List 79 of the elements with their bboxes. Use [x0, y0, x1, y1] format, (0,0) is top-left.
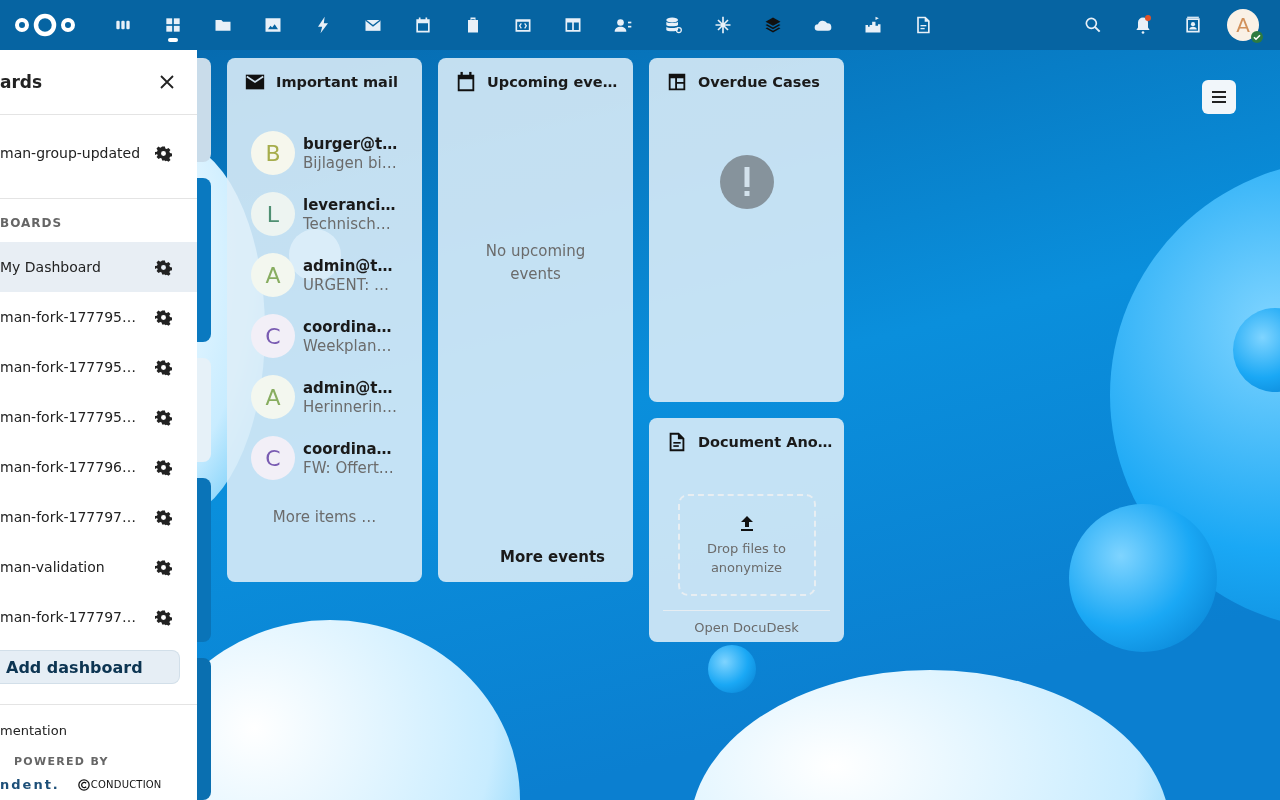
- empty-message: No upcoming events: [484, 241, 587, 285]
- partner-logo[interactable]: ndent.: [0, 777, 60, 792]
- settings-icon[interactable]: [155, 358, 172, 376]
- drop-zone[interactable]: Drop files to anonymize: [677, 494, 816, 596]
- castle-icon: [863, 15, 883, 35]
- settings-icon[interactable]: [155, 508, 172, 526]
- mail-item[interactable]: L leveranci… Technisch…: [251, 192, 422, 236]
- mail-subject: Bijlagen bi…: [303, 153, 398, 172]
- more-items-link[interactable]: More items …: [272, 508, 377, 526]
- mail-subject: Technisch…: [303, 214, 392, 233]
- widget-title: Overdue Cases: [698, 74, 820, 90]
- settings-icon[interactable]: [155, 608, 172, 626]
- settings-icon[interactable]: [155, 308, 172, 326]
- widget-title: Upcoming eve…: [487, 74, 618, 90]
- mail-sender: admin@t…: [303, 256, 393, 275]
- database-icon: [663, 15, 683, 35]
- partner-logo[interactable]: CONDUCTION: [77, 778, 162, 791]
- mail-subject: Herinnerin…: [303, 397, 397, 416]
- dashboard-item[interactable]: man-group-updated: [0, 128, 197, 178]
- dashboard-item[interactable]: man-validation: [0, 542, 197, 592]
- calendar-icon: [455, 71, 477, 93]
- calendar-icon: [413, 15, 433, 35]
- mail-sender: admin@t…: [303, 378, 394, 397]
- mail-item[interactable]: A admin@t… Herinnerin…: [251, 375, 422, 419]
- dashboard-icon: [163, 15, 183, 35]
- mail-sender: leveranci…: [303, 195, 396, 214]
- sender-avatar: A: [251, 375, 295, 419]
- settings-icon[interactable]: [155, 408, 172, 426]
- image-icon: [263, 15, 283, 35]
- settings-icon[interactable]: [155, 458, 172, 476]
- dashboard-item[interactable]: man-fork-177795…: [0, 342, 197, 392]
- documentation-link[interactable]: mentation: [0, 723, 197, 738]
- sidebar-title: ards: [0, 72, 43, 92]
- mail-subject: URGENT: …: [303, 275, 391, 294]
- mail-item[interactable]: C coordina… Weekplan…: [251, 314, 422, 358]
- sender-avatar: C: [251, 436, 295, 480]
- table-icon: [563, 15, 583, 35]
- alert-icon: [719, 155, 774, 209]
- mail-item[interactable]: C coordina… FW: Offert…: [251, 436, 422, 480]
- dashboard-item[interactable]: man-fork-177797…: [0, 492, 197, 542]
- drop-hint: Drop files to anonymize: [705, 540, 788, 577]
- active-indicator: [168, 38, 178, 42]
- widget-title: Important mail: [276, 74, 398, 90]
- mail-sender: coordina…: [303, 439, 393, 458]
- mail-sender: burger@t…: [303, 134, 398, 153]
- mail-item[interactable]: A admin@t… URGENT: …: [251, 253, 422, 297]
- menu-button[interactable]: [1202, 80, 1236, 114]
- dashboard-item[interactable]: man-fork-177796…: [0, 442, 197, 492]
- mail-subject: FW: Offert…: [303, 458, 394, 477]
- logo-icon[interactable]: [14, 12, 76, 38]
- powered-by-label: POWERED BY: [14, 755, 110, 768]
- dashboard-item[interactable]: man-fork-177797…: [0, 592, 197, 642]
- settings-icon[interactable]: [155, 258, 172, 276]
- settings-icon[interactable]: [155, 144, 172, 162]
- layers-icon: [763, 15, 783, 35]
- widget-title: Document Ano…: [698, 434, 833, 450]
- add-dashboard-button[interactable]: Add dashboard: [0, 650, 180, 684]
- mail-sender: coordina…: [303, 317, 392, 336]
- section-heading: BOARDS: [0, 215, 64, 232]
- copyright-circle-icon: [77, 778, 90, 791]
- contacts-icon: [1183, 15, 1203, 35]
- close-icon: [160, 75, 174, 89]
- sender-avatar: A: [251, 253, 295, 297]
- dashboard-item[interactable]: My Dashboard: [0, 242, 197, 292]
- logo-text: CONDUCTION: [90, 779, 162, 790]
- snowflake-icon: [713, 15, 733, 35]
- open-docudesk-link[interactable]: Open DocuDesk: [663, 610, 830, 635]
- dashboard-item[interactable]: man-fork-177795…: [0, 292, 197, 342]
- mail-subject: Weekplan…: [303, 336, 392, 355]
- dashboard-item[interactable]: man-fork-177795…: [0, 392, 197, 442]
- sender-avatar: B: [251, 131, 295, 175]
- menu-icon: [1210, 88, 1228, 106]
- table-icon: [666, 71, 688, 93]
- more-events-link[interactable]: More events: [500, 548, 605, 566]
- sender-avatar: L: [251, 192, 295, 236]
- mail-item[interactable]: B burger@t… Bijlagen bi…: [251, 131, 422, 175]
- sender-avatar: C: [251, 314, 295, 358]
- settings-icon[interactable]: [155, 558, 172, 576]
- search-icon: [1083, 15, 1103, 35]
